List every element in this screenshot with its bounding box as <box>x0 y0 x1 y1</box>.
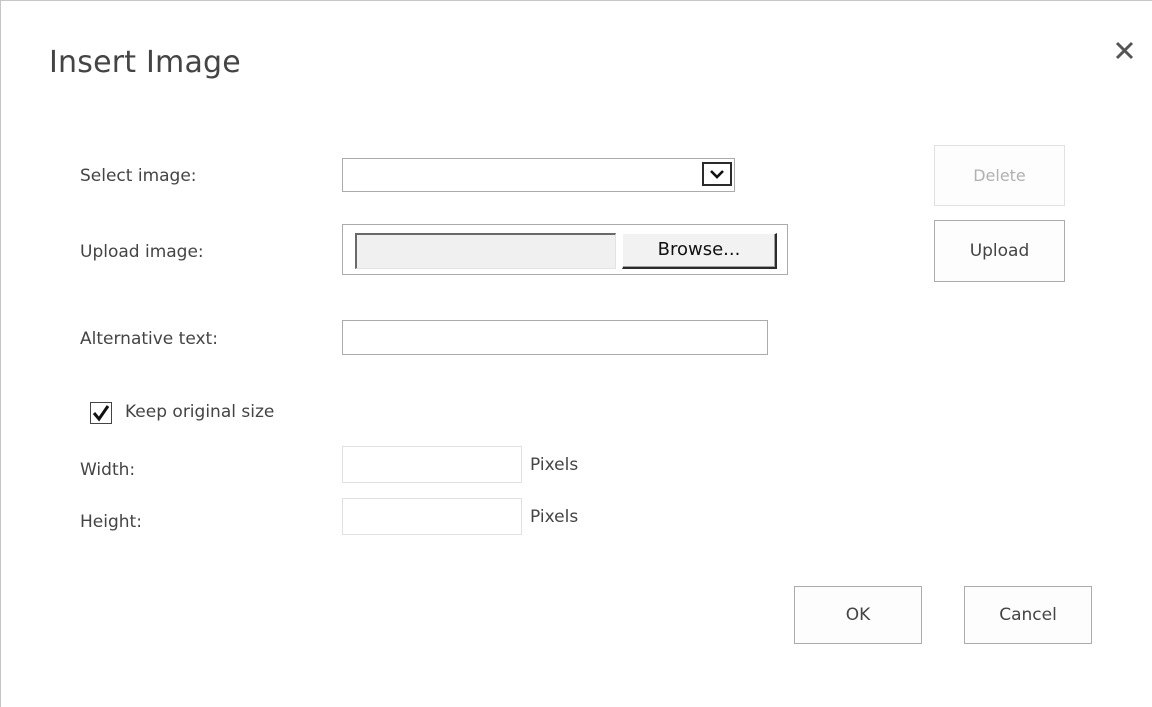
cancel-button[interactable]: Cancel <box>964 586 1092 644</box>
width-label: Width: <box>80 460 136 480</box>
keep-size-checkbox[interactable] <box>90 402 112 424</box>
width-input[interactable] <box>342 446 522 483</box>
height-label: Height: <box>80 512 142 532</box>
select-image-dropdown[interactable] <box>342 158 735 192</box>
file-upload-control: Browse... <box>342 224 788 275</box>
upload-button[interactable]: Upload <box>934 220 1065 282</box>
delete-button[interactable]: Delete <box>934 145 1065 206</box>
alt-text-label: Alternative text: <box>80 329 218 349</box>
file-path-field[interactable] <box>355 233 616 269</box>
width-unit-label: Pixels <box>530 455 579 475</box>
chevron-down-icon[interactable] <box>702 162 732 186</box>
checkmark-icon <box>92 405 110 422</box>
keep-size-label: Keep original size <box>125 402 275 422</box>
browse-button[interactable]: Browse... <box>622 233 777 269</box>
dialog-title: Insert Image <box>49 45 241 80</box>
alt-text-input[interactable] <box>342 320 768 355</box>
select-image-label: Select image: <box>80 166 197 186</box>
insert-image-dialog: Insert Image Select image: Delete Upload… <box>0 0 1152 707</box>
height-unit-label: Pixels <box>530 507 579 527</box>
height-input[interactable] <box>342 498 522 535</box>
upload-image-label: Upload image: <box>80 242 204 262</box>
close-icon[interactable] <box>1112 38 1138 64</box>
ok-button[interactable]: OK <box>794 586 922 644</box>
